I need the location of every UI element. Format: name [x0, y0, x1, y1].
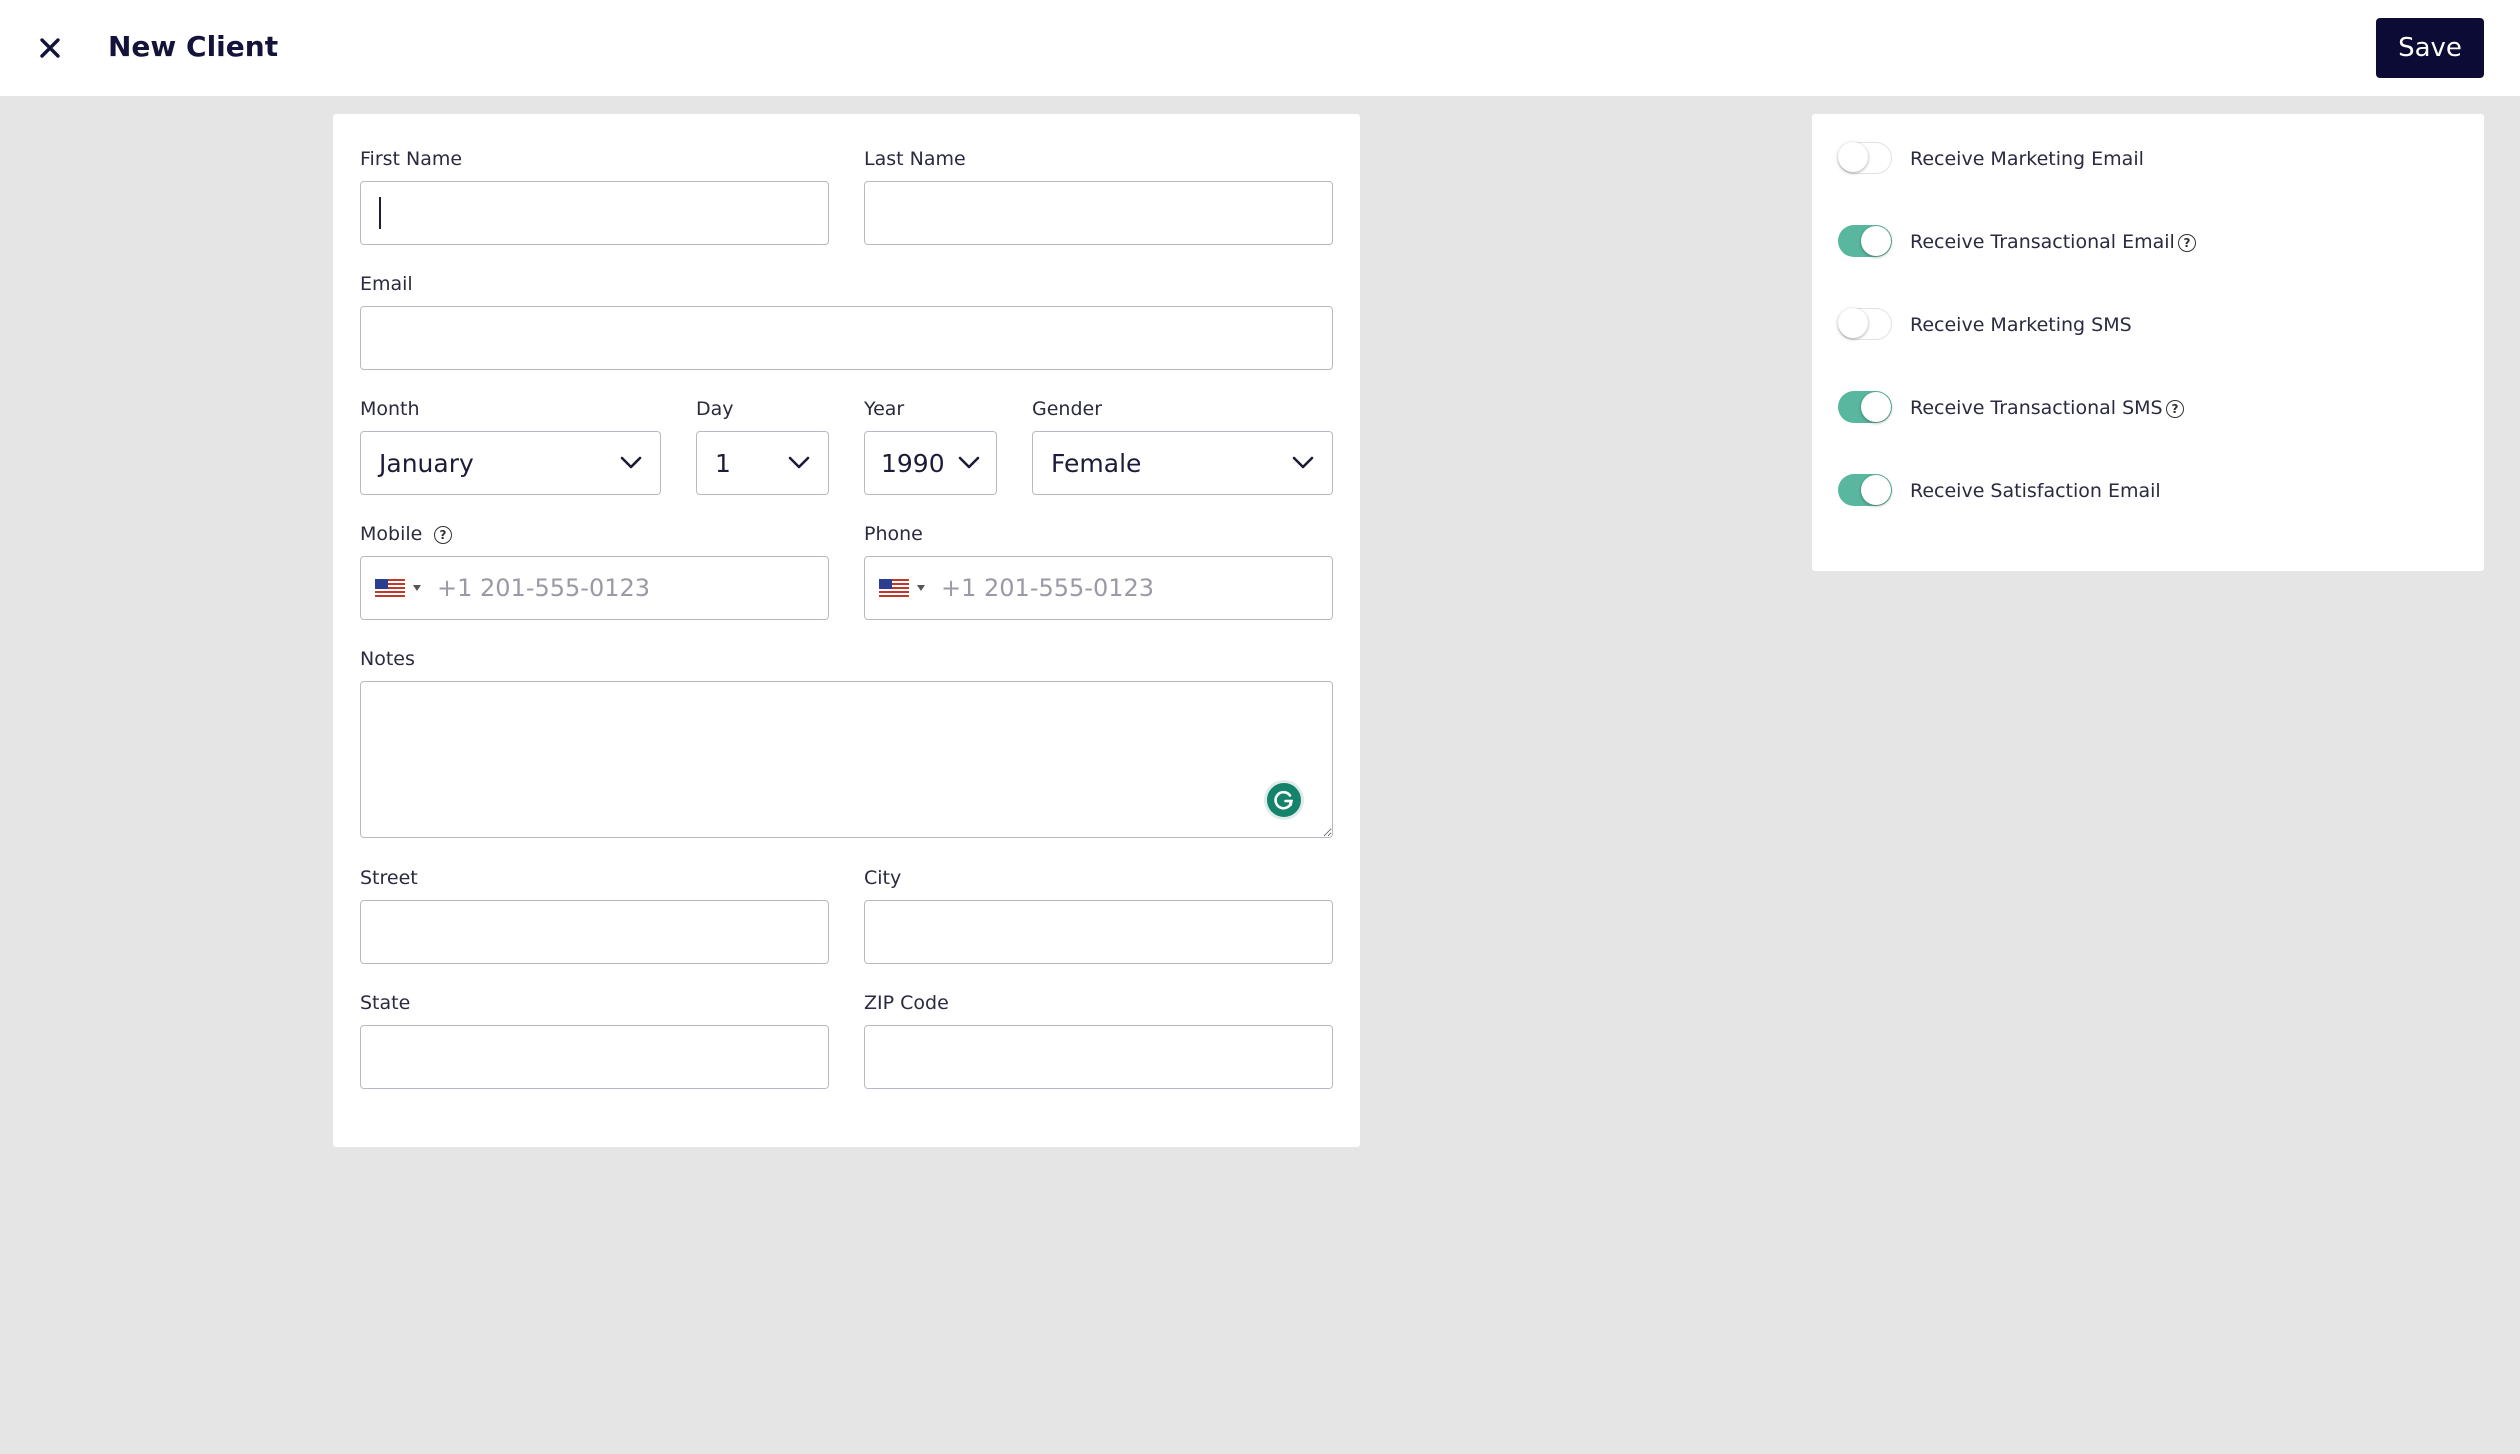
phone-label: Phone [864, 523, 923, 545]
toggle-knob [1861, 392, 1891, 422]
toggle-marketing-email[interactable] [1838, 142, 1892, 174]
toggle-knob [1861, 475, 1891, 505]
page-title: New Client [108, 30, 279, 63]
save-button[interactable]: Save [2376, 18, 2484, 78]
last-name-label: Last Name [864, 148, 966, 170]
year-select[interactable]: 1990 [864, 431, 997, 495]
close-icon[interactable] [32, 30, 68, 66]
first-name-input[interactable] [360, 181, 829, 245]
mobile-country-select[interactable] [361, 557, 437, 619]
city-label: City [864, 867, 902, 889]
state-input[interactable] [360, 1025, 829, 1089]
help-icon[interactable]: ? [434, 526, 452, 544]
toggle-knob [1838, 142, 1868, 172]
day-label: Day [696, 398, 734, 420]
gender-label: Gender [1032, 398, 1103, 420]
mobile-input[interactable] [437, 557, 828, 619]
email-input[interactable] [360, 306, 1333, 370]
grammarly-icon[interactable] [1264, 780, 1304, 820]
help-icon[interactable]: ? [2166, 400, 2184, 418]
us-flag-icon [375, 579, 405, 597]
first-name-label: First Name [360, 148, 463, 170]
us-flag-icon [879, 579, 909, 597]
notes-textarea[interactable] [360, 681, 1333, 838]
zip-input[interactable] [864, 1025, 1333, 1089]
day-value: 1 [715, 448, 731, 478]
chevron-down-icon [788, 456, 810, 469]
month-label: Month [360, 398, 420, 420]
year-label: Year [864, 398, 905, 420]
mobile-field [360, 556, 829, 620]
text-cursor [379, 197, 381, 229]
email-label: Email [360, 273, 413, 295]
toggle-transactional-email[interactable] [1838, 225, 1892, 257]
zip-label: ZIP Code [864, 992, 949, 1014]
mobile-label: Mobile [360, 523, 423, 545]
caret-down-icon [917, 585, 925, 591]
phone-country-select[interactable] [865, 557, 941, 619]
chevron-down-icon [620, 456, 642, 469]
pref-label-marketing-email: Receive Marketing Email [1910, 148, 2144, 170]
gender-value: Female [1051, 448, 1142, 478]
notes-label: Notes [360, 648, 415, 670]
chevron-down-icon [958, 456, 980, 469]
state-label: State [360, 992, 411, 1014]
month-value: January [379, 448, 474, 478]
top-bar: New Client Save [0, 0, 2520, 96]
toggle-knob [1861, 226, 1891, 256]
communication-preferences-card: Receive Marketing Email Receive Transact… [1812, 114, 2484, 571]
year-value: 1990 [881, 448, 945, 478]
pref-label-marketing-sms: Receive Marketing SMS [1910, 314, 2132, 336]
toggle-marketing-sms[interactable] [1838, 308, 1892, 340]
phone-input[interactable] [941, 557, 1332, 619]
gender-select[interactable]: Female [1032, 431, 1333, 495]
last-name-input[interactable] [864, 181, 1333, 245]
city-input[interactable] [864, 900, 1333, 964]
caret-down-icon [413, 585, 421, 591]
pref-label-transactional-sms: Receive Transactional SMS [1910, 397, 2163, 419]
street-input[interactable] [360, 900, 829, 964]
pref-label-transactional-email: Receive Transactional Email [1910, 231, 2175, 253]
toggle-satisfaction-email[interactable] [1838, 474, 1892, 506]
phone-field [864, 556, 1333, 620]
pref-label-satisfaction-email: Receive Satisfaction Email [1910, 480, 2161, 502]
toggle-transactional-sms[interactable] [1838, 391, 1892, 423]
client-form-card: First Name Last Name Email Month January… [333, 114, 1360, 1147]
month-select[interactable]: January [360, 431, 661, 495]
day-select[interactable]: 1 [696, 431, 829, 495]
toggle-knob [1838, 308, 1868, 338]
help-icon[interactable]: ? [2178, 234, 2196, 252]
chevron-down-icon [1292, 456, 1314, 469]
street-label: Street [360, 867, 418, 889]
